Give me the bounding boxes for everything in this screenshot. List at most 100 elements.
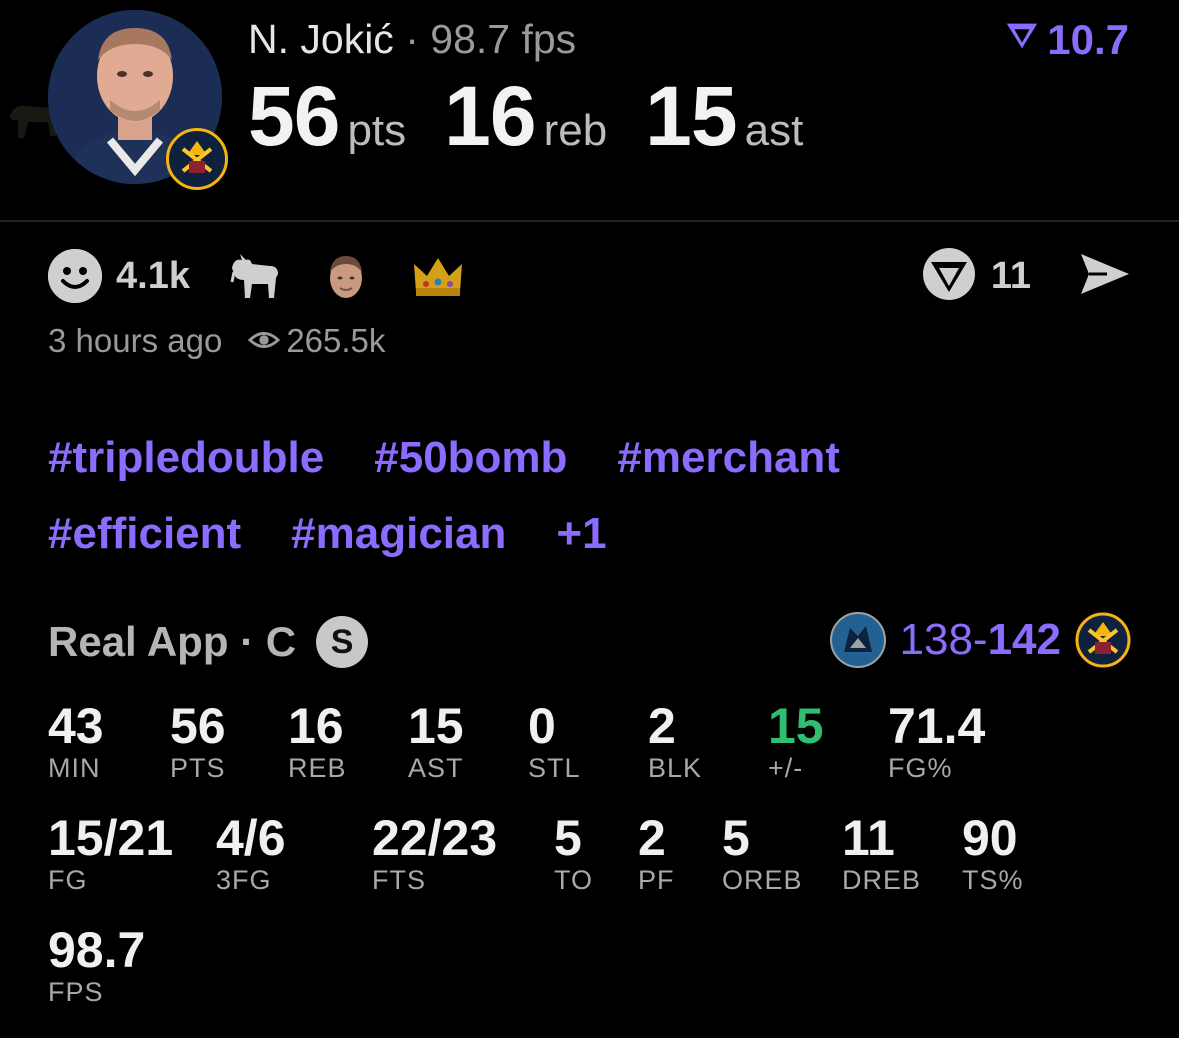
stat-stl: 0 STL: [528, 700, 581, 784]
stat-ts-pct: 90 TS%: [962, 812, 1024, 896]
stat-fg-pct: 71.4 FG%: [888, 700, 985, 784]
stat-value: 2: [638, 810, 666, 866]
game-source: Real App · C S: [48, 616, 369, 668]
hashtag-list: #tripledouble #50bomb #merchant #efficie…: [48, 420, 1048, 572]
reaction-count[interactable]: 4.1k: [116, 255, 190, 298]
rating-value: 10.7: [1047, 16, 1129, 63]
headline-rebounds-unit: reb: [543, 106, 608, 155]
stat-value: 5: [554, 810, 582, 866]
game-score[interactable]: 138-142: [829, 612, 1132, 668]
hashtag-row: #efficient #magician +1: [48, 496, 1048, 572]
headline-statline: 56 pts 16 reb 15 ast: [248, 68, 841, 165]
stat-value: 15: [408, 698, 464, 754]
stat-value: 5: [722, 810, 750, 866]
stat-label: OREB: [722, 865, 803, 895]
crown-icon[interactable]: [410, 248, 466, 304]
stat-label: PTS: [170, 753, 226, 783]
stat-label: TO: [554, 865, 594, 895]
comment-icon[interactable]: [921, 246, 977, 307]
stat-value: 15/21: [48, 810, 174, 866]
stat-fps: 98.7 FPS: [48, 924, 145, 1008]
stat-label: TS%: [962, 865, 1024, 895]
stat-dreb: 11 DREB: [842, 812, 921, 896]
stat-3fg: 4/6 3FG: [216, 812, 286, 896]
stat-label: FTS: [372, 865, 426, 895]
view-count-group: 265.5k: [248, 322, 385, 360]
stat-label: FG: [48, 865, 88, 895]
player-name-line: N. Jokić · 98.7 fps: [248, 16, 576, 63]
send-icon[interactable]: [1077, 246, 1133, 307]
stat-value: 71.4: [888, 698, 986, 754]
stat-label: DREB: [842, 865, 922, 895]
fps-text: 98.7 fps: [430, 16, 577, 62]
stat-reb: 16 REB: [288, 700, 347, 784]
stat-label: AST: [408, 753, 464, 783]
player-name[interactable]: N. Jokić: [248, 16, 394, 62]
stat-pts: 56 PTS: [170, 700, 226, 784]
starter-badge: S: [316, 616, 369, 668]
name-separator: ·: [405, 16, 419, 62]
smile-reaction-icon[interactable]: [48, 249, 102, 303]
stat-value: 56: [170, 698, 226, 754]
stat-label: STL: [528, 753, 581, 783]
stat-label: 3FG: [216, 865, 272, 895]
stat-value: 43: [48, 698, 104, 754]
stat-oreb: 5 OREB: [722, 812, 803, 896]
hashtag[interactable]: #merchant: [617, 433, 840, 483]
source-label: Real App · C: [48, 618, 297, 665]
reactions-bar: 4.1k: [48, 248, 502, 304]
stat-value: 98.7: [48, 922, 146, 978]
stat-value: 11: [842, 810, 895, 866]
stat-label: PF: [638, 865, 675, 895]
stat-label: +/-: [768, 753, 804, 783]
hashtag[interactable]: #efficient: [48, 509, 241, 559]
team-score: 142: [987, 615, 1061, 664]
headline-assists-unit: ast: [744, 106, 804, 155]
time-ago: 3 hours ago: [48, 322, 223, 359]
stat-plus-minus: 15 +/-: [768, 700, 824, 784]
stat-min: 43 MIN: [48, 700, 104, 784]
stat-pf: 2 PF: [638, 812, 675, 896]
stat-label: REB: [288, 753, 347, 783]
stat-to: 5 TO: [554, 812, 593, 896]
nuggets-logo-icon: [166, 128, 228, 190]
headline-assists: 15: [645, 69, 737, 163]
nuggets-logo-icon: [1075, 612, 1131, 668]
opponent-score: 138: [899, 615, 973, 664]
stat-label: BLK: [648, 753, 703, 783]
hashtag[interactable]: #tripledouble: [48, 433, 324, 483]
stat-value: 4/6: [216, 810, 286, 866]
stat-fg: 15/21 FG: [48, 812, 173, 896]
stat-label: MIN: [48, 753, 101, 783]
stat-label: FG%: [888, 753, 953, 783]
post-meta: 3 hours ago 265.5k: [48, 322, 385, 360]
stat-value: 90: [962, 810, 1018, 866]
player-face-icon[interactable]: [318, 248, 374, 304]
rating-badge[interactable]: 10.7: [1003, 16, 1129, 64]
eye-icon: [248, 322, 281, 360]
headline-points-unit: pts: [347, 106, 407, 155]
stat-value: 0: [528, 698, 556, 754]
score-dash: -: [972, 615, 988, 664]
hashtag-row: #tripledouble #50bomb #merchant: [48, 420, 1048, 496]
stat-value: 15: [768, 698, 824, 754]
stat-value: 16: [288, 698, 344, 754]
stat-fts: 22/23 FTS: [372, 812, 497, 896]
more-tags-button[interactable]: +1: [556, 509, 606, 559]
stat-label: FPS: [48, 977, 104, 1007]
stat-ast: 15 AST: [408, 700, 464, 784]
goat-icon[interactable]: [226, 248, 282, 304]
stat-blk: 2 BLK: [648, 700, 702, 784]
stat-value: 2: [648, 698, 676, 754]
hashtag[interactable]: #50bomb: [374, 433, 567, 483]
stat-value: 22/23: [372, 810, 498, 866]
view-count: 265.5k: [286, 322, 386, 359]
comment-count[interactable]: 11: [991, 255, 1031, 298]
timberwolves-logo-icon: [829, 612, 886, 668]
real-logo-icon: [1003, 16, 1041, 64]
hashtag[interactable]: #magician: [291, 509, 506, 559]
post-actions: 11: [921, 246, 1133, 307]
header-divider: [0, 220, 1179, 222]
score-text: 138-142: [900, 615, 1062, 665]
headline-points: 56: [248, 69, 340, 163]
